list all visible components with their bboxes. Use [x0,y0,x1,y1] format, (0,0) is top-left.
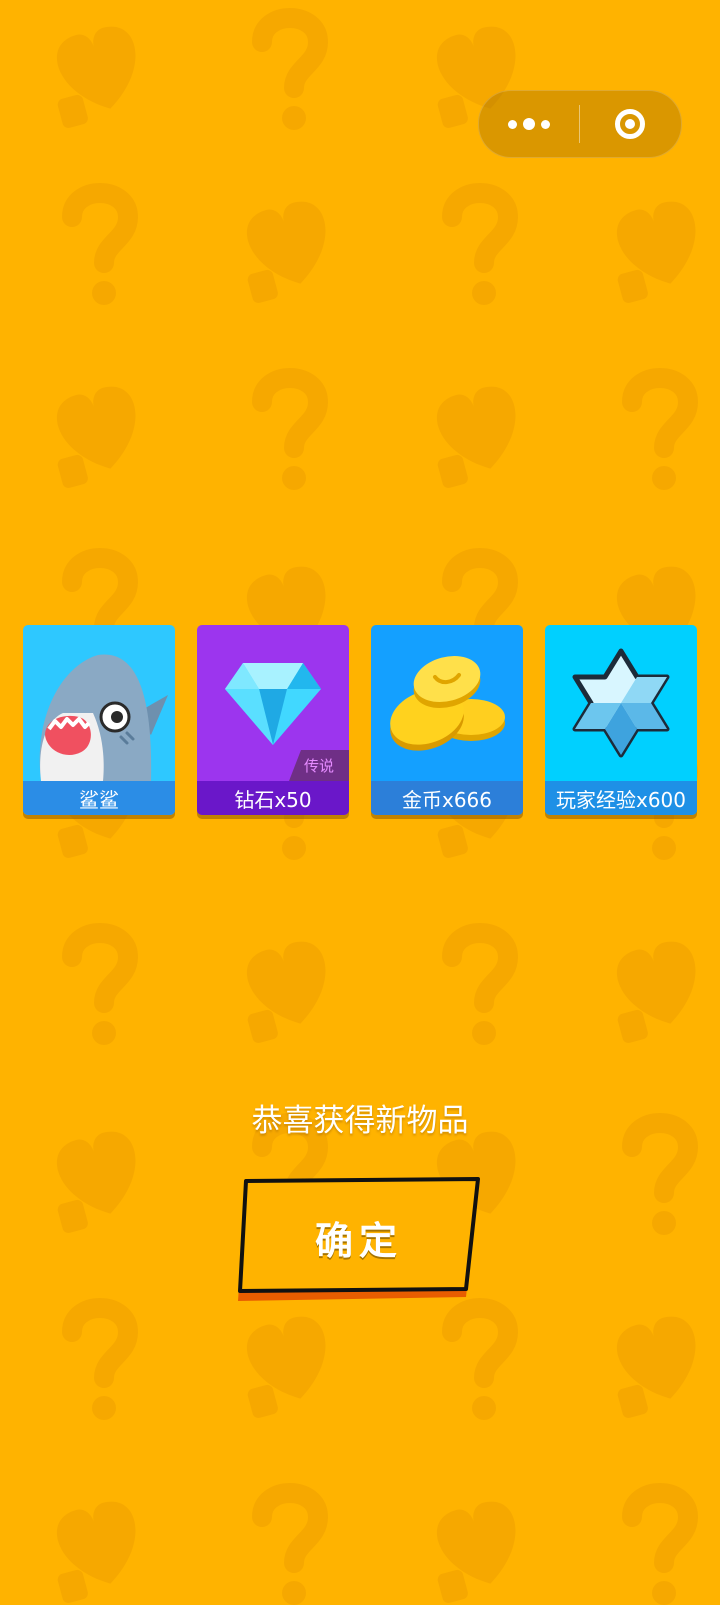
gold-coins-icon [390,655,505,751]
miniprogram-capsule [478,90,682,158]
reward-list: 鲨鲨 传说 钻石x50 金币x666 玩家经验x600 [23,625,698,817]
reward-card-coins[interactable]: 金币x666 [371,625,523,815]
reward-label: 钻石x50 [197,781,349,815]
reward-card-xp[interactable]: 玩家经验x600 [545,625,697,815]
reward-label: 鲨鲨 [23,781,175,815]
more-button[interactable] [479,91,579,157]
reward-card-diamond[interactable]: 传说 钻石x50 [197,625,349,815]
reward-label: 玩家经验x600 [545,781,697,815]
target-close-icon [615,109,645,139]
congrats-message: 恭喜获得新物品 [251,1103,469,1139]
more-dots-icon [508,118,550,130]
reward-card-shark[interactable]: 鲨鲨 [23,625,175,815]
confirm-button[interactable]: 确定 [236,1177,482,1307]
shark-icon [39,654,168,781]
xp-star-icon [572,648,670,758]
reward-label: 金币x666 [371,781,523,815]
close-miniprogram-button[interactable] [580,91,680,157]
confirm-label: 确定 [314,1218,403,1263]
